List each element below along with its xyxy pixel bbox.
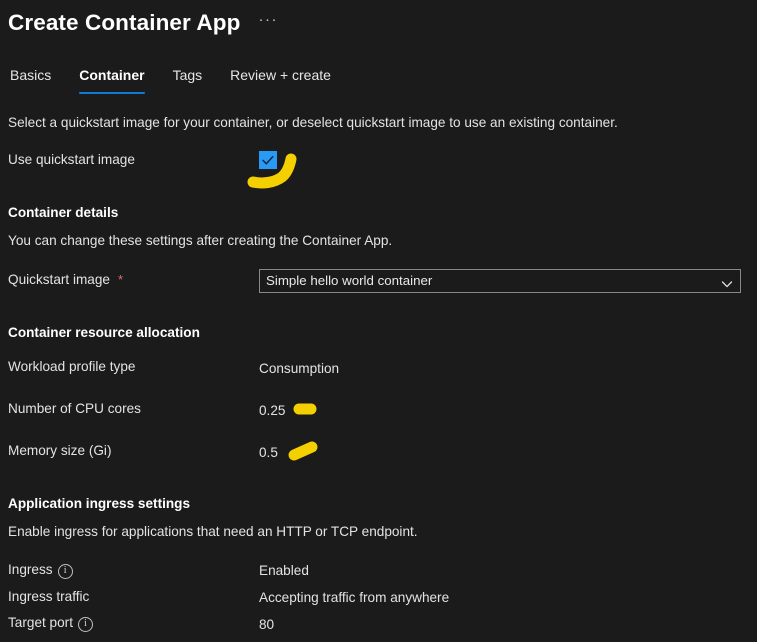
page-title: Create Container App [8, 10, 241, 35]
workload-profile-type-value: Consumption [259, 361, 340, 376]
page-header: Create Container App ··· [8, 8, 282, 38]
ellipsis-icon[interactable]: ··· [254, 11, 282, 35]
tab-basics[interactable]: Basics [8, 66, 65, 94]
tab-tags[interactable]: Tags [159, 66, 217, 94]
ingress-value: Enabled [259, 563, 309, 578]
target-port-label-text: Target port [8, 615, 73, 630]
quickstart-image-label: Quickstart image * [8, 271, 123, 289]
ingress-label-text: Ingress [8, 562, 53, 577]
use-quickstart-image-checkbox[interactable] [259, 151, 277, 169]
ingress-settings-description: Enable ingress for applications that nee… [8, 524, 418, 539]
ingress-traffic-value: Accepting traffic from anywhere [259, 590, 450, 605]
memory-size-value: 0.5 [259, 445, 278, 460]
quickstart-image-selected-value: Simple hello world container [266, 273, 433, 288]
target-port-label: Target port [8, 614, 93, 632]
chevron-down-icon [721, 275, 733, 288]
tab-container[interactable]: Container [65, 66, 158, 94]
ingress-label: Ingress [8, 561, 73, 579]
ingress-settings-heading: Application ingress settings [8, 496, 191, 511]
wizard-tabs: Basics Container Tags Review + create [8, 66, 345, 94]
workload-profile-type-label: Workload profile type [8, 359, 136, 374]
target-port-value: 80 [259, 617, 275, 632]
info-icon[interactable] [77, 616, 93, 632]
container-details-heading: Container details [8, 205, 119, 220]
pill-mark-cpu-cores [292, 399, 322, 424]
ingress-traffic-label: Ingress traffic [8, 589, 90, 604]
required-indicator: * [118, 272, 124, 287]
container-details-description: You can change these settings after crea… [8, 233, 393, 248]
memory-size-label: Memory size (Gi) [8, 443, 112, 458]
tab-review-create[interactable]: Review + create [216, 66, 345, 94]
quickstart-image-dropdown[interactable]: Simple hello world container [259, 269, 741, 293]
use-quickstart-image-label: Use quickstart image [8, 152, 135, 167]
quickstart-description: Select a quickstart image for your conta… [8, 115, 618, 130]
resource-allocation-heading: Container resource allocation [8, 325, 200, 340]
quickstart-image-label-text: Quickstart image [8, 272, 110, 287]
create-container-app-page: Create Container App ··· Basics Containe… [0, 0, 757, 642]
cpu-cores-label: Number of CPU cores [8, 401, 141, 416]
info-icon[interactable] [57, 563, 73, 579]
cpu-cores-value: 0.25 [259, 403, 286, 418]
pill-mark-memory-size [286, 439, 326, 468]
